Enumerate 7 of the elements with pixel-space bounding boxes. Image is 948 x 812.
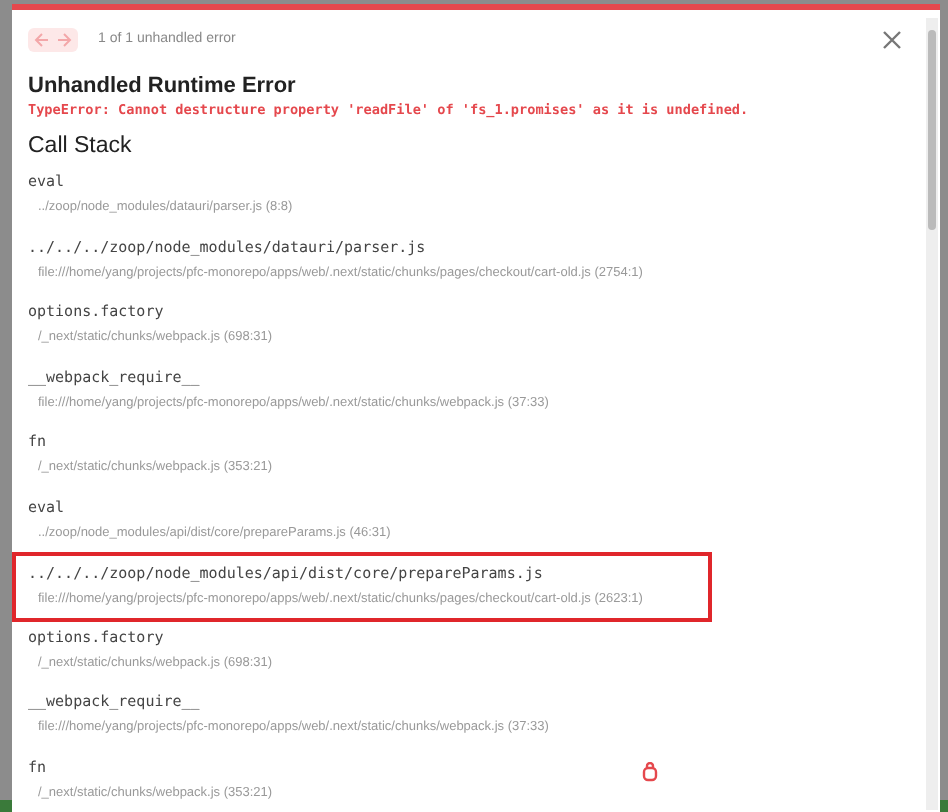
left-arrow-icon	[34, 32, 50, 48]
call-stack-heading: Call Stack	[28, 132, 134, 160]
right-arrow-icon	[56, 32, 72, 48]
marker-icon	[642, 762, 658, 782]
close-icon	[882, 30, 902, 50]
close-button[interactable]	[882, 30, 902, 50]
error-title: Unhandled Runtime Error	[28, 72, 298, 100]
